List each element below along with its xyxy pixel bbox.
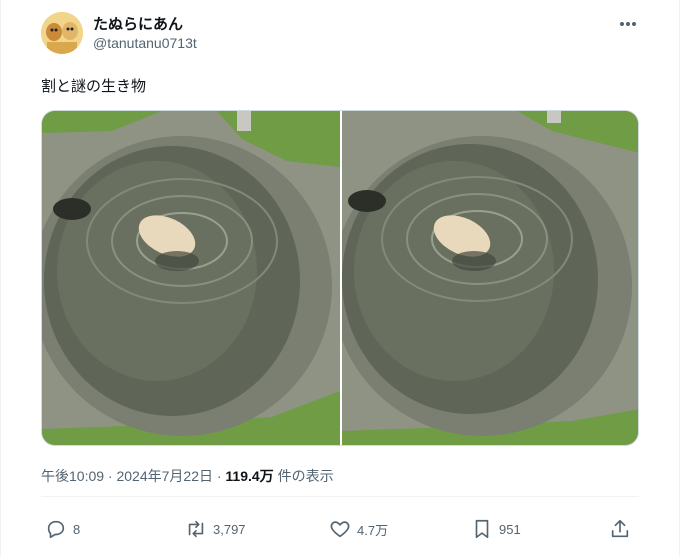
retweet-button[interactable]: 3,797: [185, 514, 246, 544]
like-count: 4.7万: [357, 522, 389, 538]
photo-dog-pond-2: [342, 111, 638, 445]
reply-button[interactable]: 8: [45, 514, 80, 544]
tweet-text: 割と謎の生き物: [41, 78, 147, 95]
more-icon: [620, 22, 636, 26]
avatar[interactable]: [41, 12, 83, 54]
retweet-icon: [188, 520, 204, 538]
reply-count: 8: [73, 521, 81, 537]
share-button[interactable]: [609, 514, 631, 544]
avatar-image: [41, 12, 83, 54]
more-button[interactable]: [615, 14, 641, 34]
bookmark-count: 951: [499, 521, 521, 537]
photo-2[interactable]: [342, 111, 638, 445]
media-grid: [41, 110, 639, 446]
tweet-meta: 午後10:09 · 2024年7月22日 · 119.4万 件の表示: [41, 466, 334, 486]
share-icon: [611, 519, 629, 538]
view-count: 119.4万: [225, 468, 274, 484]
view-label: 件の表示: [273, 468, 334, 484]
retweet-count: 3,797: [213, 521, 246, 537]
author-name[interactable]: たぬらにあん: [93, 13, 183, 34]
bookmark-button[interactable]: 951: [471, 514, 521, 544]
photo-dog-pond-1: [42, 111, 340, 445]
divider: [41, 496, 639, 497]
action-bar: 8 3,797 4.7万 951: [41, 514, 639, 544]
bookmark-icon: [475, 519, 489, 539]
reply-icon: [47, 520, 65, 539]
tweet-card: たぬらにあん @tanutanu0713t 割と謎の生き物 午後10:09 · …: [0, 0, 680, 556]
author-handle[interactable]: @tanutanu0713t: [93, 35, 197, 51]
photo-1[interactable]: [42, 111, 340, 445]
timestamp[interactable]: 午後10:09 · 2024年7月22日 ·: [41, 468, 225, 484]
like-button[interactable]: 4.7万: [329, 514, 388, 544]
heart-icon: [330, 521, 350, 538]
